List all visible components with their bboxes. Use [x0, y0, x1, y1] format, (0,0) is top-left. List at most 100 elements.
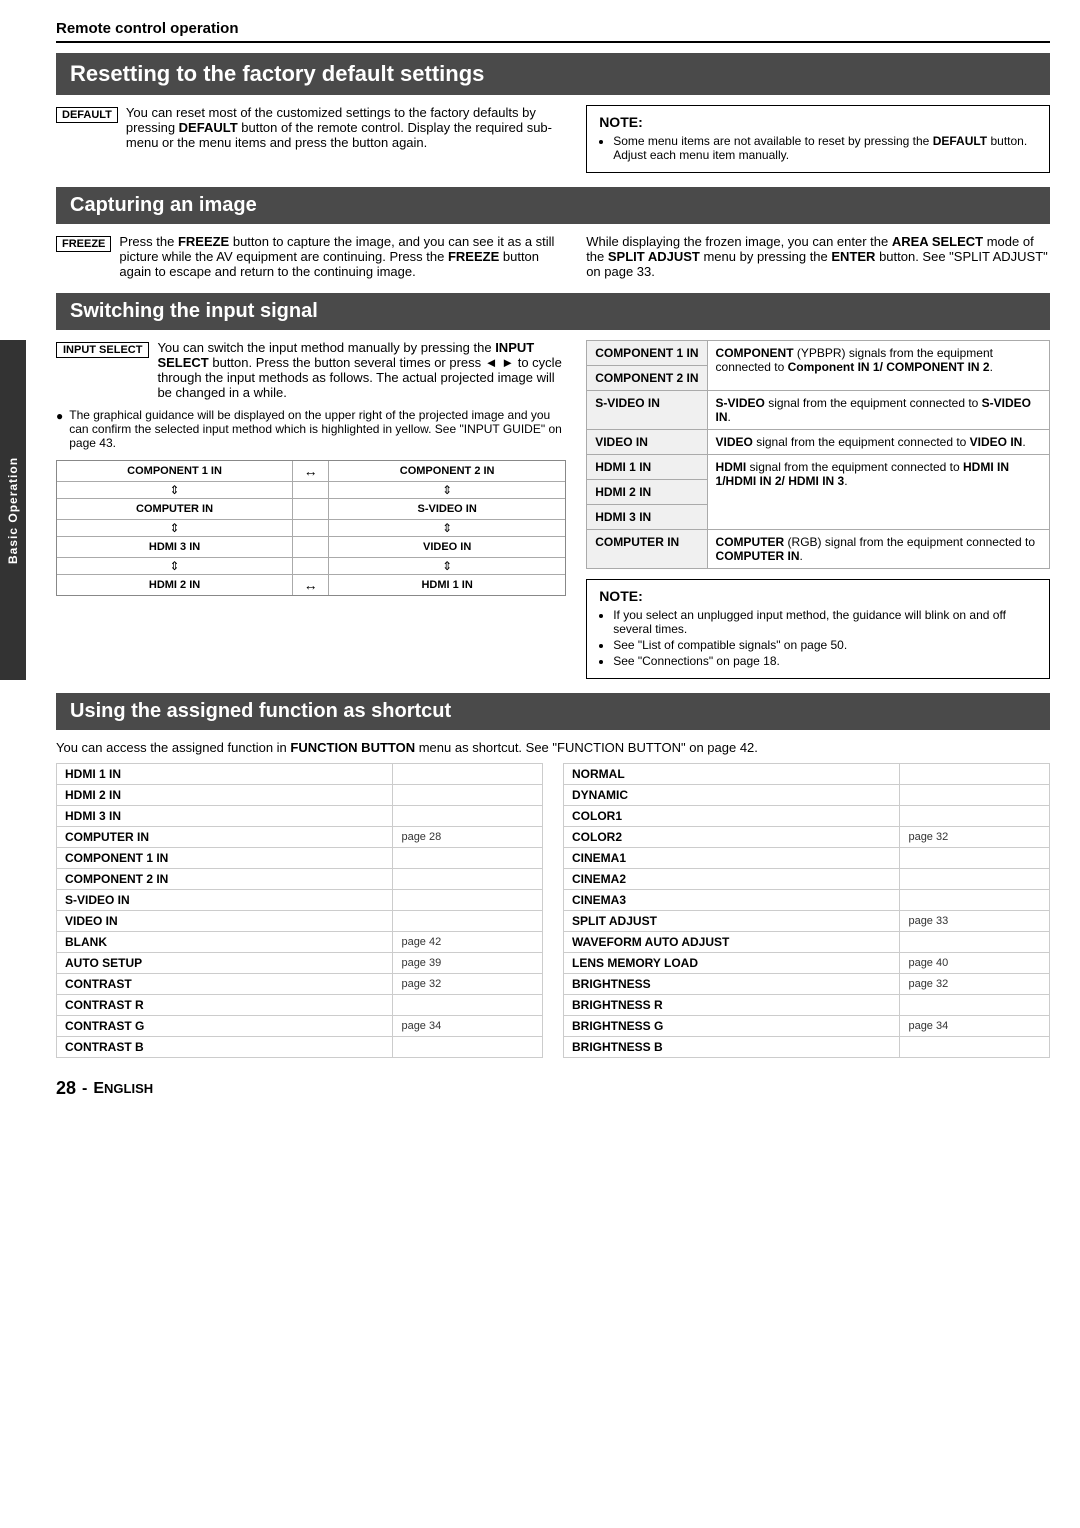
shortcut-dynamic-page — [900, 785, 1050, 806]
capturing-left-text: Press the FREEZE button to capture the i… — [119, 234, 566, 279]
shortcut-comp2-in: COMPONENT 2 IN — [57, 869, 393, 890]
signal-label-comp2: COMPONENT 2 IN — [587, 366, 707, 391]
shortcut-blank: BLANK — [57, 932, 393, 953]
signal-desc-svideo: S-VIDEO signal from the equipment connec… — [707, 391, 1049, 430]
shortcut-dynamic: DYNAMIC — [564, 785, 900, 806]
shortcut-contrastg-page: page 34 — [393, 1016, 543, 1037]
diagram-sub-arrow-3r: ⇕ — [329, 558, 565, 574]
diagram-comp2-in: COMPONENT 2 IN — [329, 461, 565, 481]
page-footer: 28 - ENGLISH — [56, 1078, 1050, 1099]
diagram-comp1-in: COMPONENT 1 IN — [57, 461, 293, 481]
diagram-sub-arrow-2r: ⇕ — [329, 520, 565, 536]
shortcut-left-table: HDMI 1 IN HDMI 2 IN HDMI 3 IN — [56, 763, 543, 1058]
signal-label-computer: COMPUTER IN — [587, 530, 707, 569]
signal-label-hdmi1: HDMI 1 IN — [587, 455, 707, 480]
capturing-right-text: While displaying the frozen image, you c… — [586, 234, 1050, 279]
diagram-hdmi2-in: HDMI 2 IN — [57, 575, 293, 595]
shortcut-splitadjust-page: page 33 — [900, 911, 1050, 932]
shortcut-contrastb-page — [393, 1037, 543, 1058]
shortcut-section: Using the assigned function as shortcut … — [56, 693, 1050, 1058]
shortcut-right-row-brightnessb: BRIGHTNESS B — [564, 1037, 1050, 1058]
switching-note-3: See "Connections" on page 18. — [613, 654, 1037, 668]
shortcut-normal: NORMAL — [564, 764, 900, 785]
diagram-svideo-in: S-VIDEO IN — [329, 499, 565, 519]
default-badge: DEFAULT — [56, 107, 118, 123]
shortcut-lensmem-page: page 40 — [900, 953, 1050, 974]
shortcut-left-row-comp1: COMPONENT 1 IN — [57, 848, 543, 869]
shortcut-computer-in: COMPUTER IN — [57, 827, 393, 848]
shortcut-comp1-page — [393, 848, 543, 869]
shortcut-waveform-page — [900, 932, 1050, 953]
diagram-sub-arrow-3l: ⇕ — [57, 558, 293, 574]
remote-control-header: Remote control operation — [56, 20, 1050, 43]
shortcut-brightnessb-page — [900, 1037, 1050, 1058]
shortcut-contrast-r: CONTRAST R — [57, 995, 393, 1016]
shortcut-hdmi1-in: HDMI 1 IN — [57, 764, 393, 785]
resetting-note: NOTE: Some menu items are not available … — [586, 105, 1050, 173]
shortcut-left-row-computer: COMPUTER IN page 28 — [57, 827, 543, 848]
resetting-title: Resetting to the factory default setting… — [56, 53, 1050, 95]
english-label: ENGLISH — [93, 1080, 153, 1098]
diagram-arrow-4: ↔ — [293, 575, 329, 595]
diagram-arrow-1: ↔ — [293, 461, 329, 481]
signal-label-hdmi3: HDMI 3 IN — [587, 505, 707, 530]
shortcut-right-row-dynamic: DYNAMIC — [564, 785, 1050, 806]
shortcut-cinema1: CINEMA1 — [564, 848, 900, 869]
sidebar-label: Basic Operation — [0, 340, 26, 680]
shortcut-right-table: NORMAL DYNAMIC COLOR1 — [563, 763, 1050, 1058]
shortcut-hdmi1-page — [393, 764, 543, 785]
shortcut-left-row-hdmi3: HDMI 3 IN — [57, 806, 543, 827]
shortcut-left-row-svideo: S-VIDEO IN — [57, 890, 543, 911]
switching-note-2: See "List of compatible signals" on page… — [613, 638, 1037, 652]
shortcut-autosetup-page: page 39 — [393, 953, 543, 974]
shortcut-right-row-cinema2: CINEMA2 — [564, 869, 1050, 890]
diagram-computer-in: COMPUTER IN — [57, 499, 293, 519]
shortcut-hdmi2-in: HDMI 2 IN — [57, 785, 393, 806]
shortcut-right-row-brightnessr: BRIGHTNESS R — [564, 995, 1050, 1016]
signal-label-hdmi2: HDMI 2 IN — [587, 480, 707, 505]
switching-note-1: If you select an unplugged input method,… — [613, 608, 1037, 636]
shortcut-right-row-normal: NORMAL — [564, 764, 1050, 785]
shortcut-right-row-color2: COLOR2 page 32 — [564, 827, 1050, 848]
shortcut-contrast-page: page 32 — [393, 974, 543, 995]
shortcut-svideo-page — [393, 890, 543, 911]
capturing-section: Capturing an image FREEZE Press the FREE… — [56, 187, 1050, 279]
shortcut-contrast-g: CONTRAST G — [57, 1016, 393, 1037]
signal-row-comp1: COMPONENT 1 IN COMPONENT (YPBPR) signals… — [587, 341, 1050, 366]
shortcut-right-row-brightness: BRIGHTNESS page 32 — [564, 974, 1050, 995]
shortcut-blank-page: page 42 — [393, 932, 543, 953]
signal-label-svideo: S-VIDEO IN — [587, 391, 707, 430]
page-number: 28 — [56, 1078, 76, 1099]
shortcut-color1-page — [900, 806, 1050, 827]
shortcut-right-row-brightnessg: BRIGHTNESS G page 34 — [564, 1016, 1050, 1037]
shortcut-brightness: BRIGHTNESS — [564, 974, 900, 995]
diagram-sub-arrow-2l: ⇕ — [57, 520, 293, 536]
switching-left-text: You can switch the input method manually… — [157, 340, 566, 400]
shortcut-brightnessr-page — [900, 995, 1050, 1016]
shortcut-color2: COLOR2 — [564, 827, 900, 848]
diagram-sub-arrow-1r: ⇕ — [329, 482, 565, 498]
freeze-badge: FREEZE — [56, 236, 111, 252]
signal-table: COMPONENT 1 IN COMPONENT (YPBPR) signals… — [586, 340, 1050, 569]
shortcut-intro: You can access the assigned function in … — [56, 740, 1050, 755]
shortcut-left-row-contrastg: CONTRAST G page 34 — [57, 1016, 543, 1037]
input-select-badge: INPUT SELECT — [56, 342, 149, 358]
capturing-title: Capturing an image — [56, 187, 1050, 224]
shortcut-cinema3: CINEMA3 — [564, 890, 900, 911]
shortcut-tables: HDMI 1 IN HDMI 2 IN HDMI 3 IN — [56, 763, 1050, 1058]
shortcut-brightnessg-page: page 34 — [900, 1016, 1050, 1037]
shortcut-brightness-b: BRIGHTNESS B — [564, 1037, 900, 1058]
shortcut-video-in: VIDEO IN — [57, 911, 393, 932]
switching-title: Switching the input signal — [56, 293, 1050, 330]
shortcut-auto-setup: AUTO SETUP — [57, 953, 393, 974]
shortcut-comp1-in: COMPONENT 1 IN — [57, 848, 393, 869]
shortcut-split-adjust: SPLIT ADJUST — [564, 911, 900, 932]
shortcut-left-row-contrast: CONTRAST page 32 — [57, 974, 543, 995]
shortcut-computer-page: page 28 — [393, 827, 543, 848]
shortcut-normal-page — [900, 764, 1050, 785]
shortcut-lens-memory: LENS MEMORY LOAD — [564, 953, 900, 974]
shortcut-left-row-hdmi1: HDMI 1 IN — [57, 764, 543, 785]
footer-dash: - — [82, 1080, 87, 1098]
signal-desc-video: VIDEO signal from the equipment connecte… — [707, 430, 1049, 455]
shortcut-right-row-cinema1: CINEMA1 — [564, 848, 1050, 869]
